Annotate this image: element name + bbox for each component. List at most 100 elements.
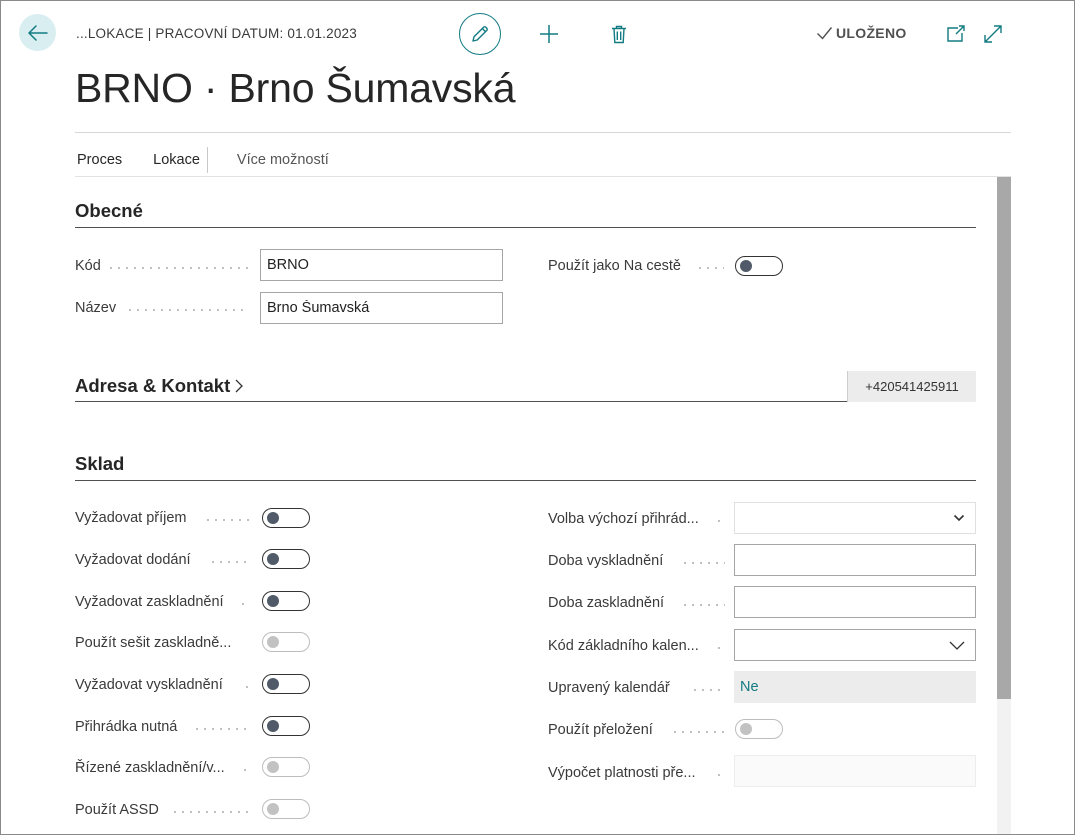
chevron-down-icon <box>953 514 965 522</box>
toggle-knob <box>267 553 279 565</box>
toggle-knob <box>267 595 279 607</box>
expand-icon <box>984 25 1002 43</box>
back-button[interactable] <box>19 14 56 51</box>
delete-button[interactable] <box>606 21 632 47</box>
require-receive-toggle[interactable] <box>262 508 310 528</box>
toggle-knob <box>267 761 279 773</box>
phone-summary: +420541425911 <box>847 371 976 402</box>
require-receive-label: Vyžadovat příjem <box>75 510 187 526</box>
open-in-new-window-icon <box>947 25 965 42</box>
section-warehouse-divider <box>75 480 976 482</box>
in-transit-label: Použít jako Na cestě <box>548 258 681 274</box>
label-dots <box>715 520 725 522</box>
label-dots <box>126 309 249 311</box>
toggle-knob <box>267 803 279 815</box>
cross-dock-due-date-calc-field <box>734 755 976 787</box>
use-putaway-worksheet-toggle <box>262 632 310 652</box>
label-dots <box>209 561 249 563</box>
open-new-window-button[interactable] <box>943 21 969 47</box>
edit-button[interactable] <box>459 13 501 55</box>
chevron-right-icon <box>235 379 244 393</box>
name-label: Název <box>75 300 117 316</box>
use-putaway-worksheet-label: Použít sešit zaskladně... <box>75 635 232 651</box>
base-calendar-code-select[interactable] <box>734 629 976 661</box>
label-dots <box>193 728 249 730</box>
directed-putaway-pick-toggle <box>262 757 310 777</box>
arrow-left-icon <box>27 24 48 41</box>
label-dots <box>241 769 249 771</box>
default-bin-selection-label: Volba výchozí přihrád... <box>548 511 699 527</box>
label-dots <box>681 562 725 564</box>
use-adcs-toggle <box>262 799 310 819</box>
use-adcs-label: Použít ASSD <box>75 802 159 818</box>
outbound-handling-time-label: Doba vyskladnění <box>548 553 664 569</box>
section-address-label: Adresa & Kontakt <box>75 375 231 396</box>
label-dots <box>681 604 725 606</box>
action-proces[interactable]: Proces <box>77 152 122 168</box>
use-cross-docking-toggle <box>735 719 783 739</box>
directed-putaway-pick-label: Řízené zaskladnění/v... <box>75 760 225 776</box>
expand-button[interactable] <box>980 21 1006 47</box>
header-divider <box>75 132 1011 133</box>
require-shipment-label: Vyžadovat dodání <box>75 552 191 568</box>
require-putaway-toggle[interactable] <box>262 591 310 611</box>
default-bin-selection-select[interactable] <box>734 502 976 534</box>
base-calendar-code-label: Kód základního kalen... <box>548 638 699 654</box>
toggle-knob <box>267 720 279 732</box>
name-field[interactable] <box>260 292 503 324</box>
toggle-knob <box>740 723 752 735</box>
saved-label: ULOŽENO <box>836 25 907 41</box>
label-dots <box>691 689 725 691</box>
chevron-down-icon <box>949 641 965 650</box>
checkmark-icon <box>817 27 833 40</box>
label-dots <box>696 267 724 269</box>
section-general-divider <box>75 227 976 229</box>
customized-calendar-link[interactable]: Ne <box>734 671 976 703</box>
page-title: BRNO · Brno Šumavská <box>75 65 516 111</box>
action-lokace[interactable]: Lokace <box>153 152 200 168</box>
label-dots <box>204 519 249 521</box>
page-frame: ...LOKACE | PRACOVNÍ DATUM: 01.01.2023 U… <box>0 0 1075 835</box>
outbound-handling-time-field[interactable] <box>734 544 976 576</box>
inbound-handling-time-field[interactable] <box>734 586 976 618</box>
toggle-knob <box>267 636 279 648</box>
scrollbar-thumb[interactable] <box>997 177 1011 699</box>
use-cross-docking-label: Použít přeložení <box>548 722 653 738</box>
code-field[interactable] <box>260 249 503 281</box>
action-bar-divider <box>75 176 1011 177</box>
section-address-divider <box>75 401 976 403</box>
customized-calendar-label: Upravený kalendář <box>548 680 670 696</box>
label-dots <box>671 731 725 733</box>
action-bar: Proces Lokace Více možností <box>77 147 329 173</box>
label-dots <box>107 267 249 269</box>
plus-icon <box>540 25 558 43</box>
new-button[interactable] <box>536 21 562 47</box>
require-putaway-label: Vyžadovat zaskladnění <box>75 594 224 610</box>
require-shipment-toggle[interactable] <box>262 549 310 569</box>
section-warehouse-title[interactable]: Sklad <box>75 453 124 475</box>
bin-mandatory-label: Přihrádka nutná <box>75 719 178 735</box>
label-dots <box>243 686 249 688</box>
toggle-knob <box>267 678 279 690</box>
label-dots <box>239 603 249 605</box>
section-address-title[interactable]: Adresa & Kontakt <box>75 375 245 397</box>
trash-icon <box>612 25 626 43</box>
code-label: Kód <box>75 258 101 274</box>
pencil-icon <box>472 26 488 42</box>
in-transit-toggle[interactable] <box>735 256 783 276</box>
action-separator <box>206 147 208 173</box>
more-options[interactable]: Více možností <box>237 152 329 168</box>
cross-dock-due-date-calc-label: Výpočet platnosti pře... <box>548 765 696 781</box>
label-dots <box>715 647 725 649</box>
section-general-title[interactable]: Obecné <box>75 200 143 222</box>
label-dots <box>171 811 249 813</box>
breadcrumb: ...LOKACE | PRACOVNÍ DATUM: 01.01.2023 <box>76 26 357 41</box>
require-pick-toggle[interactable] <box>262 674 310 694</box>
require-pick-label: Vyžadovat vyskladnění <box>75 677 223 693</box>
toggle-knob <box>267 512 279 524</box>
inbound-handling-time-label: Doba zaskladnění <box>548 595 665 611</box>
label-dots <box>715 774 725 776</box>
bin-mandatory-toggle[interactable] <box>262 716 310 736</box>
saved-status: ULOŽENO <box>816 25 907 41</box>
toggle-knob <box>740 260 752 272</box>
